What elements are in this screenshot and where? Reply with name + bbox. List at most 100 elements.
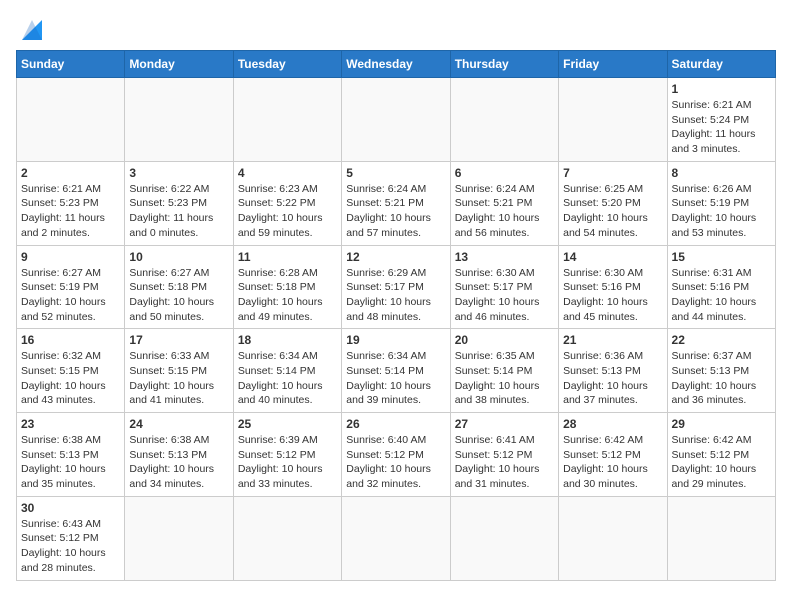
header-thursday: Thursday xyxy=(450,51,558,78)
day-info: Sunrise: 6:38 AM Sunset: 5:13 PM Dayligh… xyxy=(21,433,120,492)
table-row: 5 Sunrise: 6:24 AM Sunset: 5:21 PM Daylig… xyxy=(342,161,450,245)
day-number: 22 xyxy=(672,333,771,347)
day-info: Sunrise: 6:28 AM Sunset: 5:18 PM Dayligh… xyxy=(238,266,337,325)
table-row: 1Sunrise: 6:21 AM Sunset: 5:24 PM Daylig… xyxy=(667,78,775,162)
day-info: Sunrise: 6:38 AM Sunset: 5:13 PM Dayligh… xyxy=(129,433,228,492)
day-info: Sunrise: 6:30 AM Sunset: 5:16 PM Dayligh… xyxy=(563,266,662,325)
day-info: Sunrise: 6:41 AM Sunset: 5:12 PM Dayligh… xyxy=(455,433,554,492)
table-row: 26 Sunrise: 6:40 AM Sunset: 5:12 PM Dayli… xyxy=(342,413,450,497)
day-info: Sunrise: 6:30 AM Sunset: 5:17 PM Dayligh… xyxy=(455,266,554,325)
table-row xyxy=(233,496,341,580)
day-info: Sunrise: 6:31 AM Sunset: 5:16 PM Dayligh… xyxy=(672,266,771,325)
day-info: Sunrise: 6:40 AM Sunset: 5:12 PM Dayligh… xyxy=(346,433,445,492)
day-info: Sunrise: 6:24 AM Sunset: 5:21 PM Dayligh… xyxy=(346,182,445,241)
table-row: 10 Sunrise: 6:27 AM Sunset: 5:18 PM Dayli… xyxy=(125,245,233,329)
calendar-table: Sunday Monday Tuesday Wednesday Thursday… xyxy=(16,50,776,581)
table-row: 21 Sunrise: 6:36 AM Sunset: 5:13 PM Dayli… xyxy=(559,329,667,413)
table-row: 2 Sunrise: 6:21 AM Sunset: 5:23 PM Daylig… xyxy=(17,161,125,245)
day-number: 2 xyxy=(21,166,120,180)
header-wednesday: Wednesday xyxy=(342,51,450,78)
table-row: 6Sunrise: 6:24 AM Sunset: 5:21 PM Daylig… xyxy=(450,161,558,245)
day-info: Sunrise: 6:37 AM Sunset: 5:13 PM Dayligh… xyxy=(672,349,771,408)
header-saturday: Saturday xyxy=(667,51,775,78)
calendar-week-row: 16 Sunrise: 6:32 AM Sunset: 5:15 PM Dayli… xyxy=(17,329,776,413)
table-row xyxy=(450,78,558,162)
table-row: 22 Sunrise: 6:37 AM Sunset: 5:13 PM Dayli… xyxy=(667,329,775,413)
day-number: 20 xyxy=(455,333,554,347)
day-info: Sunrise: 6:43 AM Sunset: 5:12 PM Dayligh… xyxy=(21,517,120,576)
day-info: Sunrise: 6:29 AM Sunset: 5:17 PM Dayligh… xyxy=(346,266,445,325)
day-number: 19 xyxy=(346,333,445,347)
table-row xyxy=(342,496,450,580)
day-info: Sunrise: 6:25 AM Sunset: 5:20 PM Dayligh… xyxy=(563,182,662,241)
table-row xyxy=(559,496,667,580)
day-number: 18 xyxy=(238,333,337,347)
day-info: Sunrise: 6:39 AM Sunset: 5:12 PM Dayligh… xyxy=(238,433,337,492)
weekday-header-row: Sunday Monday Tuesday Wednesday Thursday… xyxy=(17,51,776,78)
table-row: 29 Sunrise: 6:42 AM Sunset: 5:12 PM Dayli… xyxy=(667,413,775,497)
day-number: 13 xyxy=(455,250,554,264)
day-number: 11 xyxy=(238,250,337,264)
day-number: 17 xyxy=(129,333,228,347)
table-row: 4 Sunrise: 6:23 AM Sunset: 5:22 PM Daylig… xyxy=(233,161,341,245)
day-info: Sunrise: 6:33 AM Sunset: 5:15 PM Dayligh… xyxy=(129,349,228,408)
day-info: Sunrise: 6:42 AM Sunset: 5:12 PM Dayligh… xyxy=(672,433,771,492)
day-number: 16 xyxy=(21,333,120,347)
day-number: 5 xyxy=(346,166,445,180)
day-info: Sunrise: 6:21 AM Sunset: 5:23 PM Dayligh… xyxy=(21,182,120,241)
day-info: Sunrise: 6:35 AM Sunset: 5:14 PM Dayligh… xyxy=(455,349,554,408)
day-number: 28 xyxy=(563,417,662,431)
day-number: 30 xyxy=(21,501,120,515)
logo-triangle-icon xyxy=(18,16,46,44)
table-row xyxy=(125,78,233,162)
day-number: 4 xyxy=(238,166,337,180)
day-number: 3 xyxy=(129,166,228,180)
day-info: Sunrise: 6:34 AM Sunset: 5:14 PM Dayligh… xyxy=(346,349,445,408)
calendar-week-row: 23 Sunrise: 6:38 AM Sunset: 5:13 PM Dayli… xyxy=(17,413,776,497)
day-info: Sunrise: 6:26 AM Sunset: 5:19 PM Dayligh… xyxy=(672,182,771,241)
day-info: Sunrise: 6:27 AM Sunset: 5:19 PM Dayligh… xyxy=(21,266,120,325)
table-row xyxy=(17,78,125,162)
calendar-week-row: 9 Sunrise: 6:27 AM Sunset: 5:19 PM Daylig… xyxy=(17,245,776,329)
day-number: 29 xyxy=(672,417,771,431)
day-number: 25 xyxy=(238,417,337,431)
table-row: 30 Sunrise: 6:43 AM Sunset: 5:12 PM Dayli… xyxy=(17,496,125,580)
day-number: 15 xyxy=(672,250,771,264)
table-row: 25 Sunrise: 6:39 AM Sunset: 5:12 PM Dayli… xyxy=(233,413,341,497)
table-row xyxy=(559,78,667,162)
page-header xyxy=(16,16,776,40)
table-row: 23 Sunrise: 6:38 AM Sunset: 5:13 PM Dayli… xyxy=(17,413,125,497)
table-row: 19 Sunrise: 6:34 AM Sunset: 5:14 PM Dayli… xyxy=(342,329,450,413)
table-row: 28Sunrise: 6:42 AM Sunset: 5:12 PM Dayli… xyxy=(559,413,667,497)
day-number: 26 xyxy=(346,417,445,431)
day-number: 24 xyxy=(129,417,228,431)
day-number: 23 xyxy=(21,417,120,431)
table-row: 9 Sunrise: 6:27 AM Sunset: 5:19 PM Daylig… xyxy=(17,245,125,329)
table-row: 13 Sunrise: 6:30 AM Sunset: 5:17 PM Dayli… xyxy=(450,245,558,329)
header-monday: Monday xyxy=(125,51,233,78)
day-info: Sunrise: 6:23 AM Sunset: 5:22 PM Dayligh… xyxy=(238,182,337,241)
table-row: 7Sunrise: 6:25 AM Sunset: 5:20 PM Daylig… xyxy=(559,161,667,245)
day-info: Sunrise: 6:36 AM Sunset: 5:13 PM Dayligh… xyxy=(563,349,662,408)
table-row xyxy=(450,496,558,580)
table-row: 14Sunrise: 6:30 AM Sunset: 5:16 PM Dayli… xyxy=(559,245,667,329)
day-number: 9 xyxy=(21,250,120,264)
table-row: 17 Sunrise: 6:33 AM Sunset: 5:15 PM Dayli… xyxy=(125,329,233,413)
day-info: Sunrise: 6:34 AM Sunset: 5:14 PM Dayligh… xyxy=(238,349,337,408)
table-row xyxy=(667,496,775,580)
day-info: Sunrise: 6:32 AM Sunset: 5:15 PM Dayligh… xyxy=(21,349,120,408)
calendar-week-row: 1Sunrise: 6:21 AM Sunset: 5:24 PM Daylig… xyxy=(17,78,776,162)
table-row: 8Sunrise: 6:26 AM Sunset: 5:19 PM Daylig… xyxy=(667,161,775,245)
logo xyxy=(16,16,46,40)
table-row: 20 Sunrise: 6:35 AM Sunset: 5:14 PM Dayli… xyxy=(450,329,558,413)
day-number: 21 xyxy=(563,333,662,347)
day-number: 10 xyxy=(129,250,228,264)
day-info: Sunrise: 6:27 AM Sunset: 5:18 PM Dayligh… xyxy=(129,266,228,325)
header-sunday: Sunday xyxy=(17,51,125,78)
table-row xyxy=(342,78,450,162)
table-row: 18 Sunrise: 6:34 AM Sunset: 5:14 PM Dayli… xyxy=(233,329,341,413)
table-row: 16 Sunrise: 6:32 AM Sunset: 5:15 PM Dayli… xyxy=(17,329,125,413)
day-info: Sunrise: 6:22 AM Sunset: 5:23 PM Dayligh… xyxy=(129,182,228,241)
table-row xyxy=(125,496,233,580)
day-number: 27 xyxy=(455,417,554,431)
